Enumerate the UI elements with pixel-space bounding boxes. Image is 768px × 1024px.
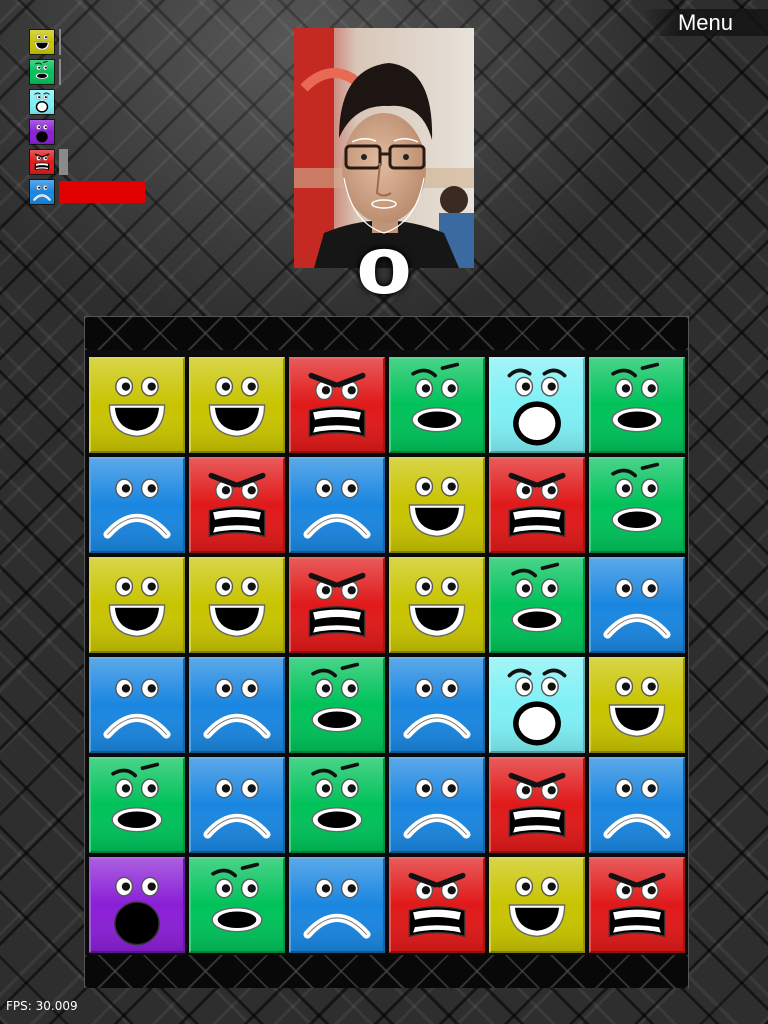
board-top-strip <box>85 317 688 350</box>
tile-happy-face[interactable] <box>89 357 185 453</box>
angry-face-icon <box>291 559 383 651</box>
surprised-face-icon <box>591 359 683 451</box>
tile-sad-face[interactable] <box>589 557 685 653</box>
tile-scared-face[interactable] <box>89 857 185 953</box>
tile-sad-face[interactable] <box>289 457 385 553</box>
angry-face-icon <box>491 459 583 551</box>
angry-face-icon <box>491 759 583 851</box>
surprised-face-icon <box>29 59 55 85</box>
fps-counter: FPS: 30.009 <box>6 999 78 1013</box>
tile-surprised-face[interactable] <box>189 857 285 953</box>
tile-surprised-face[interactable] <box>289 757 385 853</box>
tile-happy-face[interactable] <box>389 557 485 653</box>
tile-angry-face[interactable] <box>489 457 585 553</box>
tile-sad-face[interactable] <box>389 757 485 853</box>
score-display: 0 <box>355 238 413 308</box>
happy-face-icon <box>91 559 183 651</box>
tile-angry-face[interactable] <box>489 757 585 853</box>
angry-face-icon <box>191 459 283 551</box>
meter-bar-happy <box>59 29 61 55</box>
surprised-face-icon <box>491 559 583 651</box>
scared-face-icon <box>29 119 55 145</box>
tile-surprised-face[interactable] <box>589 457 685 553</box>
tile-shocked-face[interactable] <box>489 657 585 753</box>
tile-surprised-face[interactable] <box>489 557 585 653</box>
meter-sad <box>29 179 169 205</box>
tile-angry-face[interactable] <box>289 357 385 453</box>
meter-surprised <box>29 59 169 85</box>
menu-button[interactable]: Menu <box>643 9 768 36</box>
angry-face-icon <box>291 359 383 451</box>
sad-face-icon <box>191 759 283 851</box>
tile-happy-face[interactable] <box>389 457 485 553</box>
meter-bar-angry <box>59 149 68 175</box>
tile-angry-face[interactable] <box>289 557 385 653</box>
tile-sad-face[interactable] <box>389 657 485 753</box>
surprised-face-icon <box>191 859 283 951</box>
tile-happy-face[interactable] <box>189 557 285 653</box>
tile-angry-face[interactable] <box>189 457 285 553</box>
sad-face-icon <box>391 759 483 851</box>
sad-face-icon <box>91 659 183 751</box>
tile-surprised-face[interactable] <box>289 657 385 753</box>
angry-face-icon <box>391 859 483 951</box>
tile-happy-face[interactable] <box>489 857 585 953</box>
happy-face-icon <box>29 29 55 55</box>
tile-surprised-face[interactable] <box>589 357 685 453</box>
tile-sad-face[interactable] <box>289 857 385 953</box>
meter-angry <box>29 149 169 175</box>
sad-face-icon <box>191 659 283 751</box>
angry-face-icon <box>591 859 683 951</box>
sad-face-icon <box>591 759 683 851</box>
sad-face-icon <box>91 459 183 551</box>
tile-happy-face[interactable] <box>189 357 285 453</box>
tile-angry-face[interactable] <box>589 857 685 953</box>
tile-surprised-face[interactable] <box>389 357 485 453</box>
tile-surprised-face[interactable] <box>89 757 185 853</box>
shocked-face-icon <box>29 89 55 115</box>
tile-sad-face[interactable] <box>189 757 285 853</box>
tile-sad-face[interactable] <box>89 457 185 553</box>
surprised-face-icon <box>591 459 683 551</box>
meter-bar-sad <box>59 181 145 203</box>
tile-shocked-face[interactable] <box>489 357 585 453</box>
sad-face-icon <box>391 659 483 751</box>
surprised-face-icon <box>91 759 183 851</box>
surprised-face-icon <box>291 759 383 851</box>
shocked-face-icon <box>491 359 583 451</box>
meter-shocked <box>29 89 169 115</box>
sad-face-icon <box>29 179 55 205</box>
tile-sad-face[interactable] <box>89 657 185 753</box>
tile-sad-face[interactable] <box>189 657 285 753</box>
surprised-face-icon <box>291 659 383 751</box>
tile-angry-face[interactable] <box>389 857 485 953</box>
happy-face-icon <box>391 459 483 551</box>
happy-face-icon <box>591 659 683 751</box>
happy-face-icon <box>91 359 183 451</box>
sad-face-icon <box>591 559 683 651</box>
sad-face-icon <box>291 459 383 551</box>
webcam-portrait <box>294 28 474 268</box>
happy-face-icon <box>491 859 583 951</box>
meter-scared <box>29 119 169 145</box>
sad-face-icon <box>291 859 383 951</box>
tile-happy-face[interactable] <box>89 557 185 653</box>
meter-bar-surprised <box>59 59 61 85</box>
surprised-face-icon <box>391 359 483 451</box>
angry-face-icon <box>29 149 55 175</box>
tile-happy-face[interactable] <box>589 657 685 753</box>
shocked-face-icon <box>491 659 583 751</box>
happy-face-icon <box>191 559 283 651</box>
tile-sad-face[interactable] <box>589 757 685 853</box>
tile-grid <box>87 355 687 955</box>
meter-happy <box>29 29 169 55</box>
happy-face-icon <box>191 359 283 451</box>
board-bottom-strip <box>85 955 688 988</box>
webcam-feed <box>294 28 474 268</box>
happy-face-icon <box>391 559 483 651</box>
game-board <box>84 316 689 988</box>
scared-face-icon <box>91 859 183 951</box>
